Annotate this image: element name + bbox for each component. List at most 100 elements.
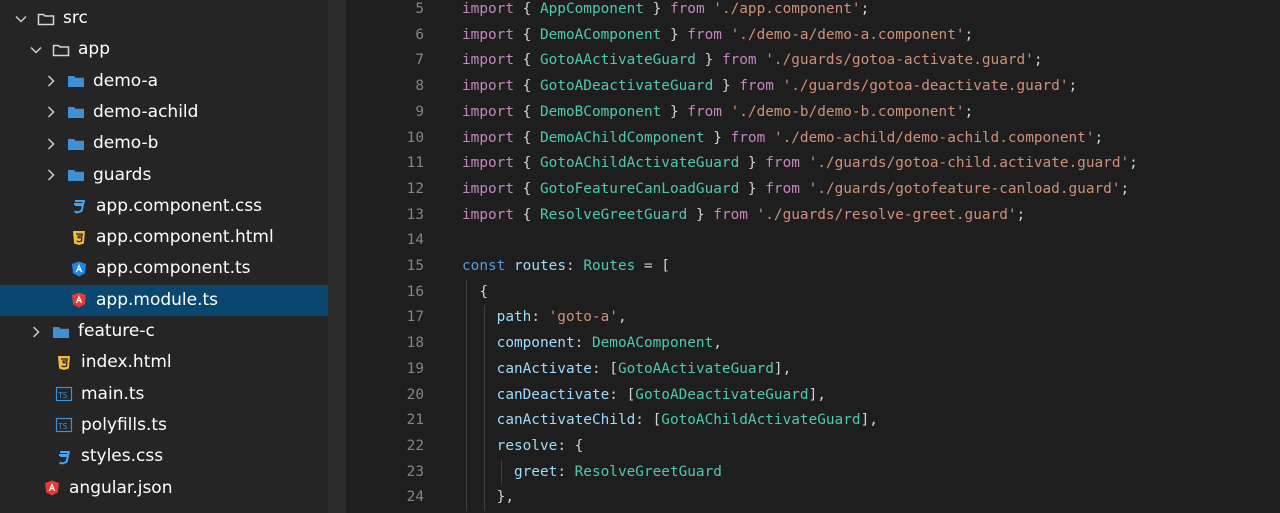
- file-item-app-component-ts[interactable]: app.component.ts: [0, 253, 328, 284]
- code-line[interactable]: 23 greet: ResolveGreetGuard: [346, 460, 1280, 486]
- code-token: './guards/gotofeature-canload.guard': [808, 180, 1121, 197]
- code-token: AppComponent: [539, 1, 644, 17]
- code-line[interactable]: 24 },: [346, 485, 1280, 511]
- code-token: GotoAChildActivateGuard: [539, 155, 740, 172]
- chevron-right-icon[interactable]: [27, 323, 45, 341]
- code-token: import: [462, 52, 514, 69]
- code-token: {: [513, 206, 540, 223]
- chevron-right-icon[interactable]: [42, 72, 60, 90]
- code-line[interactable]: 15 const routes: Routes = [: [346, 254, 1280, 280]
- code-token: }: [661, 103, 688, 120]
- file-item-app-module-ts[interactable]: app.module.ts: [0, 284, 328, 316]
- code-editor[interactable]: 5 import { AppComponent } from './app.com…: [346, 0, 1280, 513]
- code-line[interactable]: 9 import { DemoBComponent } from './demo-…: [346, 100, 1280, 126]
- code-token: GotoFeatureCanLoadGuard: [539, 180, 740, 197]
- code-token: Routes: [583, 258, 636, 274]
- folder-item-src[interactable]: src: [0, 3, 328, 34]
- code-token: './guards/gotoa-deactivate.guard': [782, 78, 1069, 95]
- chevron-right-icon[interactable]: [42, 135, 60, 153]
- folder-item-demo-achild[interactable]: demo-achild: [0, 97, 328, 128]
- code-token: }: [704, 129, 731, 146]
- code-token: ;: [1033, 52, 1043, 69]
- code-line[interactable]: 8 import { GotoADeactivateGuard } from '.…: [346, 74, 1280, 100]
- folder-item-demo-b[interactable]: demo-b: [0, 128, 328, 159]
- code-token: {: [513, 26, 540, 43]
- code-text: canDeactivate: [GotoADeactivateGuard],: [462, 383, 826, 409]
- code-token: import: [462, 180, 514, 197]
- chevron-down-icon[interactable]: [12, 10, 30, 28]
- line-number: 11: [406, 155, 424, 172]
- line-number: 15: [406, 258, 424, 274]
- code-line[interactable]: 22 resolve: {: [346, 434, 1280, 460]
- code-line[interactable]: 21 canActivateChild: [GotoAChildActivate…: [346, 408, 1280, 434]
- file-item-index-html[interactable]: index.html: [0, 347, 328, 378]
- code-line[interactable]: 12 import { GotoFeatureCanLoadGuard } fro…: [346, 177, 1280, 203]
- svg-text:TS: TS: [57, 422, 68, 431]
- code-text: resolve: {: [462, 434, 584, 460]
- folder-item-app[interactable]: app: [0, 34, 328, 65]
- line-number: 12: [406, 180, 424, 197]
- folder-item-guards[interactable]: guards: [0, 160, 328, 191]
- code-line[interactable]: 18 component: DemoAComponent,: [346, 331, 1280, 357]
- code-line[interactable]: 7 import { GotoAActivateGuard } from './g…: [346, 48, 1280, 74]
- code-line[interactable]: 16 {: [346, 280, 1280, 306]
- indent-guide: [501, 459, 503, 486]
- code-token: ;: [1016, 206, 1026, 223]
- code-token: }: [661, 26, 688, 43]
- line-number: 23: [406, 463, 424, 480]
- file-item-styles-css[interactable]: styles.css: [0, 441, 328, 472]
- code-token: GotoADeactivateGuard: [539, 78, 714, 95]
- code-token: : {: [557, 437, 584, 454]
- code-token: {: [513, 103, 540, 120]
- code-text: import { GotoAActivateGuard } from './gu…: [462, 48, 1043, 74]
- code-text: import { GotoAChildActivateGuard } from …: [462, 151, 1138, 177]
- code-line[interactable]: 11 import { GotoAChildActivateGuard } fro…: [346, 151, 1280, 177]
- code-token: DemoAComponent: [539, 26, 662, 43]
- code-line[interactable]: 17 path: 'goto-a',: [346, 305, 1280, 331]
- code-line[interactable]: 5 import { AppComponent } from './app.com…: [346, 0, 1280, 23]
- file-item-angular-json[interactable]: angular.json: [0, 473, 328, 504]
- code-line[interactable]: 6 import { DemoAComponent } from './demo-…: [346, 23, 1280, 49]
- tree-item-label: demo-achild: [93, 101, 199, 122]
- code-token: ;: [964, 103, 974, 120]
- folder-outline-icon: [52, 41, 70, 59]
- code-token: = [: [635, 258, 670, 274]
- tree-item-label: demo-a: [93, 70, 159, 91]
- code-line[interactable]: 19 canActivate: [GotoAActivateGuard],: [346, 357, 1280, 383]
- folder-item-demo-a[interactable]: demo-a: [0, 66, 328, 97]
- code-token: from: [687, 103, 722, 120]
- code-text: canActivateChild: [GotoAChildActivateGua…: [462, 408, 878, 434]
- code-token: }: [643, 1, 670, 17]
- file-item-main-ts[interactable]: TS main.ts: [0, 379, 328, 410]
- chevron-down-icon[interactable]: [27, 41, 45, 59]
- indent-guide: [483, 305, 485, 511]
- code-token: }: [713, 78, 740, 95]
- code-token: DemoAChildComponent: [539, 129, 705, 146]
- code-token: './app.component': [713, 1, 861, 17]
- tree-item-label: demo-b: [93, 133, 159, 154]
- code-line[interactable]: 13 import { ResolveGreetGuard } from './g…: [346, 203, 1280, 229]
- code-token: }: [739, 180, 766, 197]
- code-token: import: [462, 1, 514, 17]
- file-item-app-component-html[interactable]: app.component.html: [0, 222, 328, 253]
- code-token: 'goto-a': [548, 309, 618, 326]
- sidebar-divider[interactable]: [328, 0, 346, 513]
- code-line[interactable]: 14: [346, 228, 1280, 254]
- folder-item-feature-c[interactable]: feature-c: [0, 316, 328, 347]
- code-token: ;: [1068, 78, 1078, 95]
- chevron-right-icon[interactable]: [42, 103, 60, 121]
- code-text: },: [462, 485, 514, 511]
- code-token: from: [669, 1, 705, 17]
- code-line[interactable]: 10 import { DemoAChildComponent } from '.…: [346, 126, 1280, 152]
- code-token: : [: [591, 360, 618, 377]
- code-line[interactable]: 20 canDeactivate: [GotoADeactivateGuard]…: [346, 383, 1280, 409]
- file-item-polyfills-ts[interactable]: TS polyfills.ts: [0, 410, 328, 441]
- line-number: 20: [406, 386, 424, 403]
- html-file-icon: [55, 354, 73, 372]
- chevron-right-icon[interactable]: [42, 166, 60, 184]
- code-token: }: [695, 52, 722, 69]
- file-item-app-component-css[interactable]: app.component.css: [0, 191, 328, 222]
- code-token: canActivate: [462, 360, 592, 377]
